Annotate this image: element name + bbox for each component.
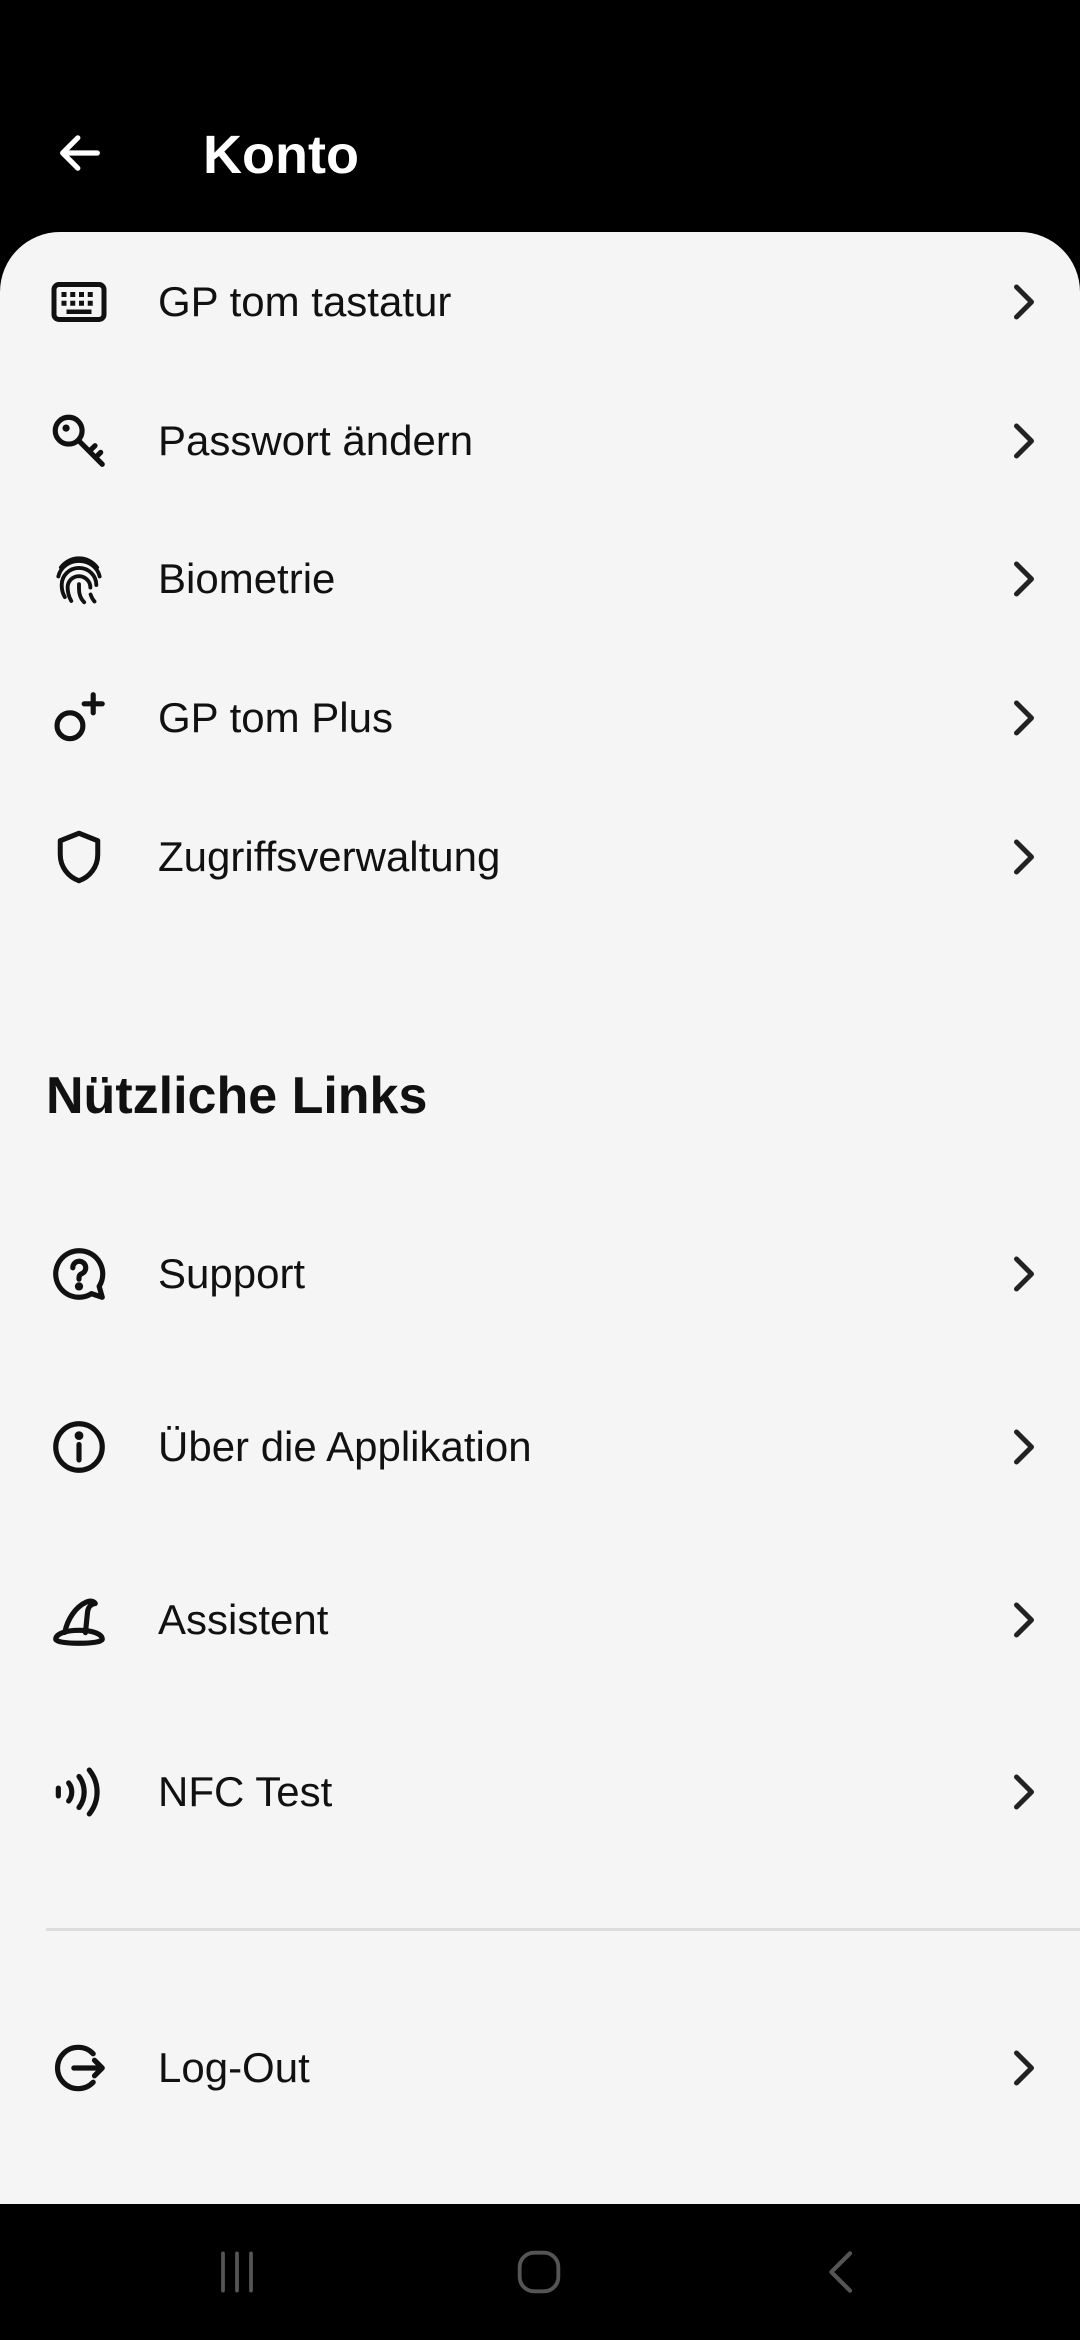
menu-item-access-management[interactable]: Zugriffsverwaltung bbox=[0, 817, 1080, 897]
chevron-right-icon bbox=[1004, 1249, 1044, 1299]
chevron-right-icon bbox=[1004, 1422, 1044, 1472]
menu-item-label: Passwort ändern bbox=[158, 417, 474, 464]
person-add-icon bbox=[44, 683, 114, 753]
content-sheet bbox=[0, 232, 1080, 2204]
menu-item-about[interactable]: Über die Applikation bbox=[0, 1407, 1080, 1487]
back-button[interactable] bbox=[40, 118, 120, 188]
chevron-right-icon bbox=[1004, 1767, 1044, 1817]
arrow-left-icon bbox=[60, 135, 100, 171]
recent-apps-button[interactable] bbox=[182, 2232, 292, 2312]
system-back-button[interactable] bbox=[788, 2232, 898, 2312]
fingerprint-icon bbox=[44, 544, 114, 614]
page-title: Konto bbox=[203, 125, 359, 185]
menu-item-label: Über die Applikation bbox=[158, 1423, 532, 1470]
menu-item-label: Assistent bbox=[158, 1596, 329, 1643]
menu-item-label: GP tom Plus bbox=[158, 694, 393, 741]
wizard-hat-icon bbox=[44, 1585, 114, 1655]
home-button[interactable] bbox=[484, 2232, 594, 2312]
system-nav-bar bbox=[0, 2204, 1080, 2340]
menu-item-change-password[interactable]: Passwort ändern bbox=[0, 401, 1080, 481]
chevron-right-icon bbox=[1004, 1595, 1044, 1645]
logout-icon bbox=[44, 2033, 114, 2103]
menu-item-label: Zugriffsverwaltung bbox=[158, 833, 501, 880]
keyboard-icon bbox=[44, 267, 114, 337]
section-title-useful-links: Nützliche Links bbox=[46, 1067, 428, 1125]
menu-item-logout[interactable]: Log-Out bbox=[0, 2028, 1080, 2108]
chevron-right-icon bbox=[1004, 2043, 1044, 2093]
menu-item-biometrics[interactable]: Biometrie bbox=[0, 539, 1080, 619]
recent-apps-icon bbox=[221, 2251, 253, 2293]
chevron-right-icon bbox=[1004, 277, 1044, 327]
menu-item-assistant[interactable]: Assistent bbox=[0, 1580, 1080, 1660]
info-icon bbox=[44, 1412, 114, 1482]
divider bbox=[46, 1928, 1080, 1931]
help-icon bbox=[44, 1239, 114, 1309]
home-icon bbox=[517, 2250, 561, 2294]
chevron-right-icon bbox=[1004, 832, 1044, 882]
menu-item-nfc-test[interactable]: NFC Test bbox=[0, 1752, 1080, 1832]
menu-item-keyboard[interactable]: GP tom tastatur bbox=[0, 262, 1080, 342]
chevron-right-icon bbox=[1004, 554, 1044, 604]
menu-item-plus[interactable]: GP tom Plus bbox=[0, 678, 1080, 758]
nfc-icon bbox=[44, 1757, 114, 1827]
menu-item-support[interactable]: Support bbox=[0, 1234, 1080, 1314]
chevron-right-icon bbox=[1004, 416, 1044, 466]
shield-icon bbox=[44, 822, 114, 892]
back-icon bbox=[829, 2251, 853, 2293]
chevron-right-icon bbox=[1004, 693, 1044, 743]
app-header: Konto bbox=[0, 0, 1080, 232]
menu-item-label: GP tom tastatur bbox=[158, 278, 452, 325]
menu-item-label: NFC Test bbox=[158, 1768, 333, 1815]
menu-item-label: Biometrie bbox=[158, 555, 336, 602]
key-icon bbox=[44, 406, 114, 476]
menu-item-label: Support bbox=[158, 1250, 306, 1297]
menu-item-label: Log-Out bbox=[158, 2044, 310, 2091]
